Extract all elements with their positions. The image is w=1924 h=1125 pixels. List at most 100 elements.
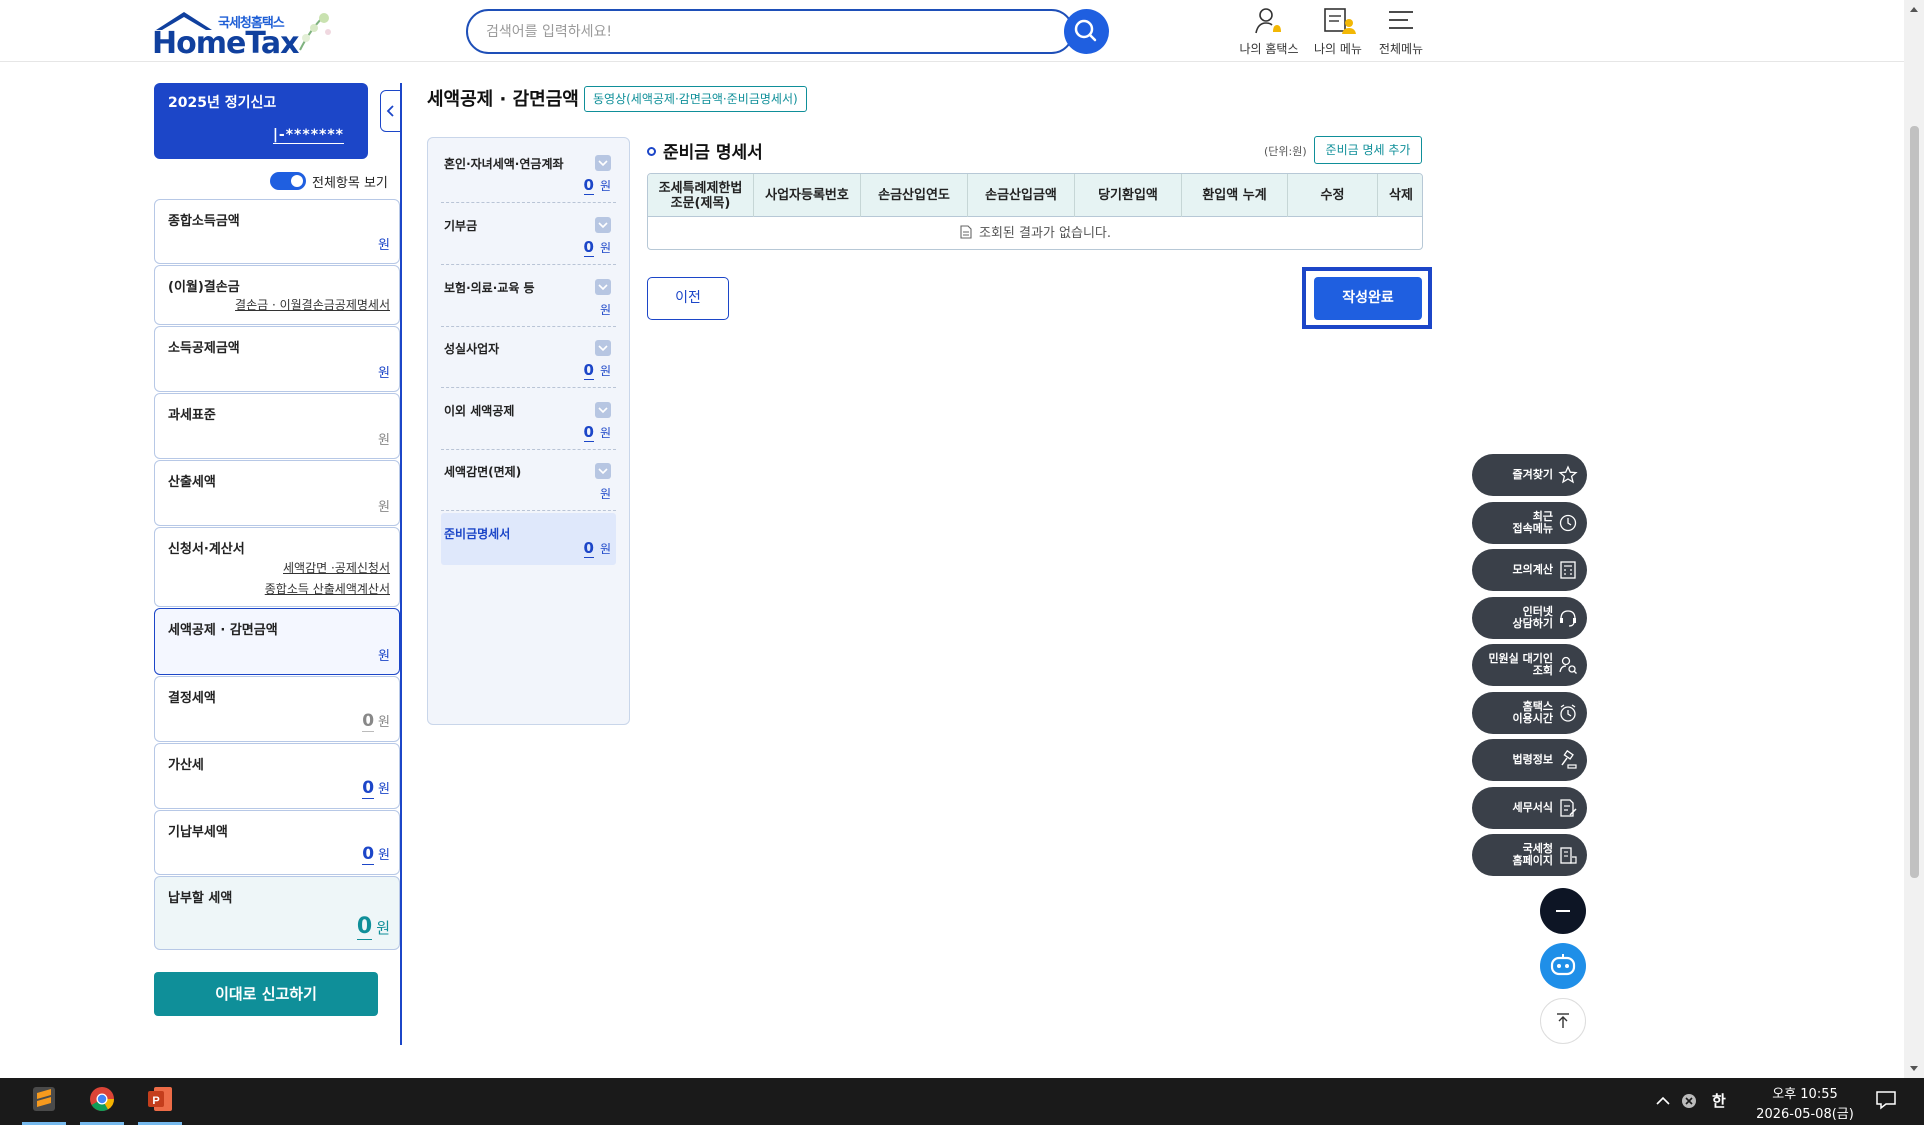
sidebar-item-gross-income[interactable]: 종합소득금액 원 <box>154 199 400 264</box>
category-reserve-statement[interactable]: 준비금명세서 0원 <box>441 513 616 565</box>
show-all-toggle-row[interactable]: 전체항목 보기 <box>270 170 400 192</box>
tax-reduction-form-link[interactable]: 세액감면 ·공제신청서 <box>283 559 390 576</box>
clock-time[interactable]: 오후 10:55 <box>1750 1083 1860 1102</box>
chevron-down-icon[interactable] <box>595 463 611 479</box>
quick-menu-collapse-button[interactable] <box>1540 888 1586 934</box>
sidebar-item-label: 납부할 세액 <box>168 891 233 906</box>
form-edit-icon <box>1560 799 1577 817</box>
chevron-down-icon[interactable] <box>595 402 611 418</box>
quick-menu-recent[interactable]: 최근 접속메뉴 <box>1472 502 1587 544</box>
previous-button[interactable]: 이전 <box>647 277 729 320</box>
category-other-credits[interactable]: 이외 세액공제 0원 <box>441 390 616 450</box>
quick-menu-nts-homepage[interactable]: 국세청 홈페이지 <box>1472 834 1587 876</box>
loss-deduction-link[interactable]: 결손금 · 이월결손금공제명세서 <box>235 296 390 313</box>
chat-headset-icon <box>1560 610 1576 627</box>
sidebar-item-income-deduction[interactable]: 소득공제금액 원 <box>154 326 400 392</box>
quick-menu-label: 세무서식 <box>1512 801 1553 814</box>
category-label: 준비금명세서 <box>444 527 511 541</box>
show-all-toggle[interactable] <box>270 172 306 190</box>
sidebar-item-label: 가산세 <box>168 758 204 773</box>
empty-message: 조회된 결과가 없습니다. <box>979 226 1111 241</box>
person-search-icon <box>1559 656 1577 674</box>
arrow-up-icon <box>1557 1013 1569 1028</box>
category-value: 0원 <box>583 423 611 442</box>
quick-menu-label: 홈택스 이용시간 <box>1512 700 1553 725</box>
category-label: 기부금 <box>444 219 478 233</box>
column-header: 수정 <box>1288 174 1378 217</box>
column-header: 사업자등록번호 <box>754 174 861 217</box>
chatbot-button[interactable] <box>1540 943 1586 989</box>
bullet-ring-icon <box>647 146 656 156</box>
category-tax-reduction[interactable]: 세액감면(면제) 원 <box>441 451 616 511</box>
complete-button[interactable]: 작성완료 <box>1314 277 1422 320</box>
search-button[interactable] <box>1064 9 1109 54</box>
scroll-to-top-button[interactable] <box>1540 998 1586 1044</box>
quick-menu-favorites[interactable]: 즐겨찾기 <box>1472 454 1587 496</box>
video-guide-link[interactable]: 동영상(세액공제·감면금액·준비금명세서) <box>584 86 807 112</box>
sidebar-item-label: 과세표준 <box>168 408 216 423</box>
sidebar-item-tax-credit[interactable]: 세액공제 · 감면금액 원 <box>154 608 400 675</box>
tray-status-icon[interactable] <box>1680 1092 1698 1110</box>
quick-menu-waiting-lookup[interactable]: 민원실 대기인 조회 <box>1472 644 1587 686</box>
sidebar-item-label: 기납부세액 <box>168 825 228 840</box>
reserve-table: 조세특례제한법 조문(제목) 사업자등록번호 손금산입연도 손금산입금액 당기환… <box>647 173 1423 250</box>
taskbar-app-powerpoint[interactable]: P <box>136 1078 184 1125</box>
taskbar-app-sublime[interactable] <box>20 1078 68 1125</box>
clock-date[interactable]: 2026-05-08(금) <box>1750 1103 1860 1122</box>
sidebar-item-label: 종합소득금액 <box>168 214 240 229</box>
all-menu[interactable]: 전체메뉴 <box>1366 6 1436 56</box>
sidebar-collapse-button[interactable] <box>380 90 402 132</box>
quick-menu-simulation[interactable]: 모의계산 <box>1472 549 1587 591</box>
quick-menu-label: 민원실 대기인 조회 <box>1488 652 1553 677</box>
sidebar-item-tax-base[interactable]: 과세표준 원 <box>154 393 400 459</box>
sidebar-item-application-forms[interactable]: 신청서·계산서 세액감면 ·공제신청서 종합소득 산출세액계산서 <box>154 527 400 607</box>
chevron-down-icon[interactable] <box>595 279 611 295</box>
quick-menu-online-consult[interactable]: 인터넷 상담하기 <box>1472 597 1587 639</box>
add-reserve-button[interactable]: 준비금 명세 추가 <box>1314 136 1422 164</box>
hometax-logo[interactable]: 국세청홈택스 HomeTax <box>152 10 342 61</box>
ime-indicator[interactable]: 한 <box>1712 1090 1732 1112</box>
column-header: 손금산입금액 <box>968 174 1075 217</box>
chevron-down-icon[interactable] <box>595 340 611 356</box>
sidebar-item-determined-tax[interactable]: 결정세액 0원 <box>154 676 400 742</box>
sidebar-item-prepaid-tax[interactable]: 기납부세액 0원 <box>154 810 400 875</box>
sidebar-item-penalty-tax[interactable]: 가산세 0원 <box>154 743 400 809</box>
flower-decoration-icon <box>299 13 331 51</box>
category-insurance-medical-education[interactable]: 보험·의료·교육 등 원 <box>441 267 616 327</box>
document-person-icon <box>1324 8 1356 34</box>
tray-overflow-chevron-icon[interactable] <box>1654 1092 1672 1110</box>
my-hometax-menu[interactable]: 나의 홈택스 <box>1234 6 1304 56</box>
search-input[interactable] <box>486 21 1006 43</box>
quick-menu-tax-forms[interactable]: 세무서식 <box>1472 787 1587 829</box>
empty-result-row: 조회된 결과가 없습니다. <box>648 218 1422 249</box>
category-donation[interactable]: 기부금 0원 <box>441 205 616 265</box>
chevron-down-icon[interactable] <box>595 217 611 233</box>
category-marriage-child-pension[interactable]: 혼인·자녀세액·연금계좌 0원 <box>441 143 616 203</box>
sidebar-item-computed-tax[interactable]: 산출세액 원 <box>154 460 400 526</box>
scrollbar-thumb[interactable] <box>1910 126 1919 878</box>
quick-menu-label: 최근 접속메뉴 <box>1512 510 1553 535</box>
sidebar-item-tax-payable[interactable]: 납부할 세액 0원 <box>154 876 400 950</box>
submit-report-button[interactable]: 이대로 신고하기 <box>154 972 378 1016</box>
scroll-down-arrow-icon[interactable] <box>1906 1064 1922 1074</box>
quick-menu-service-hours[interactable]: 홈택스 이용시간 <box>1472 692 1587 734</box>
document-icon <box>960 225 972 239</box>
column-header: 당기환입액 <box>1075 174 1182 217</box>
chrome-icon <box>90 1087 114 1112</box>
calculator-icon <box>1560 561 1576 579</box>
category-label: 이외 세액공제 <box>444 404 515 418</box>
category-label: 세액감면(면제) <box>444 465 522 479</box>
my-menu[interactable]: 나의 메뉴 <box>1303 6 1373 56</box>
scroll-up-arrow-icon[interactable] <box>1906 4 1922 14</box>
my-menu-label: 나의 메뉴 <box>1314 42 1362 56</box>
notification-icon[interactable] <box>1874 1088 1898 1112</box>
chevron-down-icon[interactable] <box>595 155 611 171</box>
quick-menu-law-info[interactable]: 법령정보 <box>1472 739 1587 781</box>
computed-tax-sheet-link[interactable]: 종합소득 산출세액계산서 <box>265 580 390 597</box>
column-header: 삭제 <box>1389 188 1413 203</box>
sidebar-item-loss-carryforward[interactable]: (이월)결손금 결손금 · 이월결손금공제명세서 <box>154 265 400 325</box>
category-faithful-business[interactable]: 성실사업자 0원 <box>441 328 616 388</box>
category-value: 원 <box>599 487 611 501</box>
taskbar-app-chrome[interactable] <box>78 1078 126 1125</box>
alarm-clock-icon <box>1560 704 1576 722</box>
